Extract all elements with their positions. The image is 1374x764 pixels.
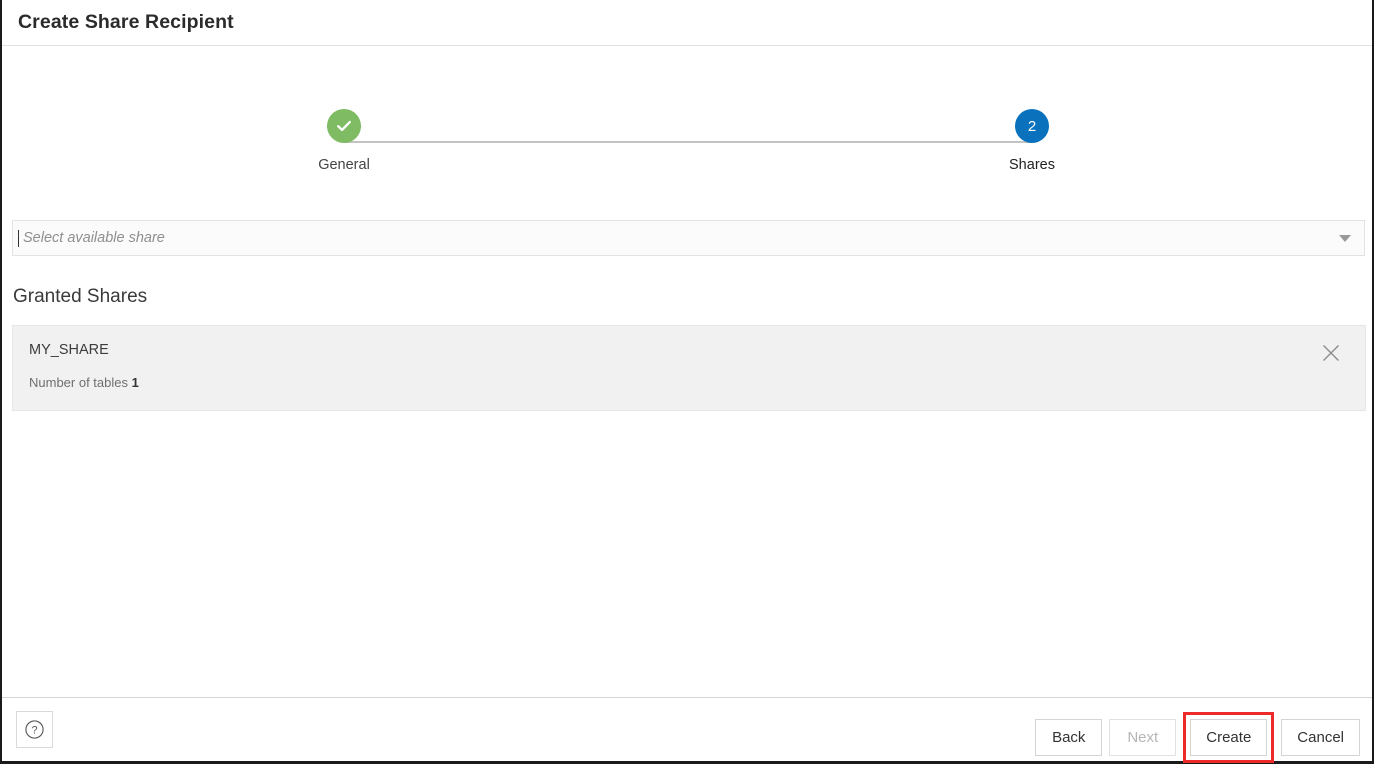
close-icon-glyph xyxy=(1319,341,1343,365)
wizard-stepper: General 2 Shares xyxy=(2,62,1372,172)
wizard-step-general[interactable]: General xyxy=(264,62,424,173)
help-button[interactable]: ? xyxy=(16,711,53,748)
back-button[interactable]: Back xyxy=(1035,719,1102,756)
create-button-highlight: Create xyxy=(1183,712,1274,763)
step-indicator-completed[interactable] xyxy=(327,109,361,143)
footer-button-group: Back Next Create Cancel xyxy=(1035,712,1360,763)
create-button[interactable]: Create xyxy=(1190,719,1267,756)
wizard-step-label-general: General xyxy=(264,157,424,173)
help-circle-icon: ? xyxy=(24,719,45,740)
wizard-step-label-shares: Shares xyxy=(952,157,1112,173)
dialog-footer: ? Back Next Create Cancel xyxy=(2,697,1372,761)
svg-text:?: ? xyxy=(31,724,37,736)
create-share-recipient-dialog: Create Share Recipient General 2 Shares xyxy=(0,0,1374,764)
granted-share-meta-value: 1 xyxy=(132,375,139,390)
granted-share-item: MY_SHARE Number of tables 1 xyxy=(12,325,1366,411)
close-icon[interactable] xyxy=(1319,341,1343,365)
page-title: Create Share Recipient xyxy=(18,11,234,34)
dialog-body: General 2 Shares Select available share … xyxy=(2,46,1372,697)
granted-share-name: MY_SHARE xyxy=(29,342,109,358)
wizard-step-shares[interactable]: 2 Shares xyxy=(952,62,1112,173)
step-number: 2 xyxy=(1028,119,1036,134)
next-button: Next xyxy=(1109,719,1176,756)
stepper-connector-line xyxy=(344,141,1032,143)
granted-share-meta: Number of tables 1 xyxy=(29,375,139,390)
granted-shares-heading: Granted Shares xyxy=(13,286,147,308)
check-icon xyxy=(335,117,353,135)
available-share-placeholder: Select available share xyxy=(23,230,165,246)
dialog-header: Create Share Recipient xyxy=(2,0,1372,46)
text-cursor xyxy=(18,221,19,255)
step-indicator-active[interactable]: 2 xyxy=(1015,109,1049,143)
granted-share-meta-label: Number of tables xyxy=(29,375,128,390)
available-share-select[interactable]: Select available share xyxy=(12,220,1365,256)
chevron-down-icon[interactable] xyxy=(1339,235,1351,242)
cancel-button[interactable]: Cancel xyxy=(1281,719,1360,756)
